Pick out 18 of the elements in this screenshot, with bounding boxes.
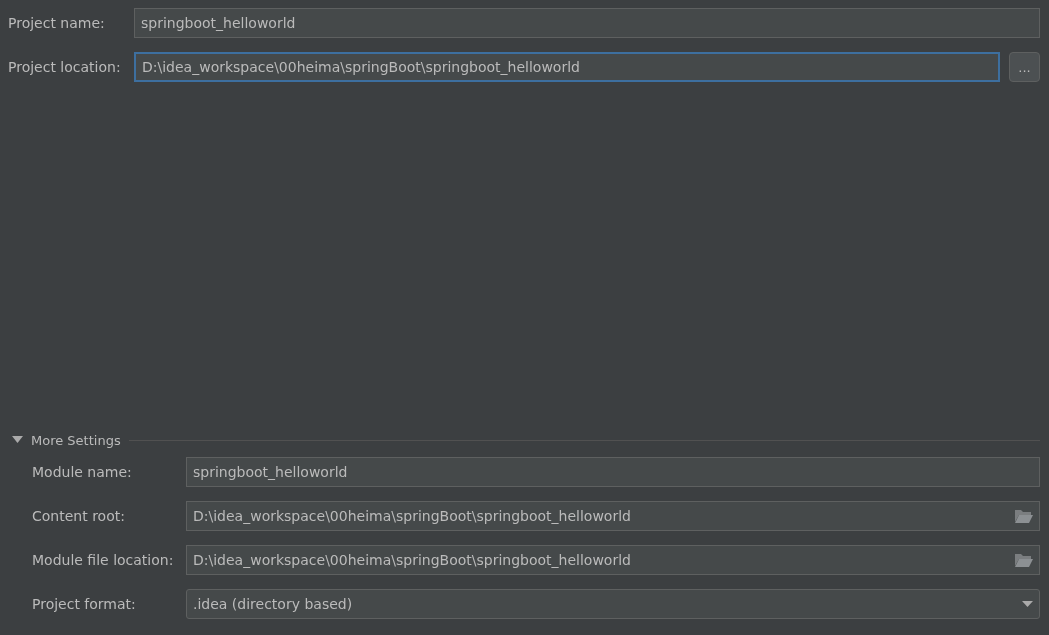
field-label: Project format: <box>32 596 137 612</box>
dropdown[interactable]: .idea (directory based) <box>186 589 1040 619</box>
text-field[interactable]: springboot_helloworld <box>186 457 1040 487</box>
text-field[interactable]: springboot_helloworld <box>134 8 1040 38</box>
dropdown-caret-icon[interactable] <box>1022 600 1033 608</box>
folder-icon[interactable] <box>1015 509 1033 523</box>
field-label: Project location: <box>8 59 122 75</box>
field-label: Module file location: <box>32 552 175 568</box>
folder-icon[interactable] <box>1015 553 1033 567</box>
path-field[interactable]: D:\idea_workspace\00heima\springBoot\springboot_helloworld <box>186 501 1040 531</box>
field-label: Content root: <box>32 508 126 524</box>
field-label: Module name: <box>32 464 133 480</box>
collapse-triangle-icon[interactable] <box>12 436 23 444</box>
field-label: Project name: <box>8 15 106 31</box>
path-field[interactable]: D:\idea_workspace\00heima\springBoot\springboot_helloworld <box>186 545 1040 575</box>
text-field[interactable]: D:\idea_workspace\00heima\springBoot\springboot_helloworld <box>134 52 1000 82</box>
browse-button[interactable]: ... <box>1009 52 1040 82</box>
section-title[interactable]: More Settings <box>31 432 121 448</box>
